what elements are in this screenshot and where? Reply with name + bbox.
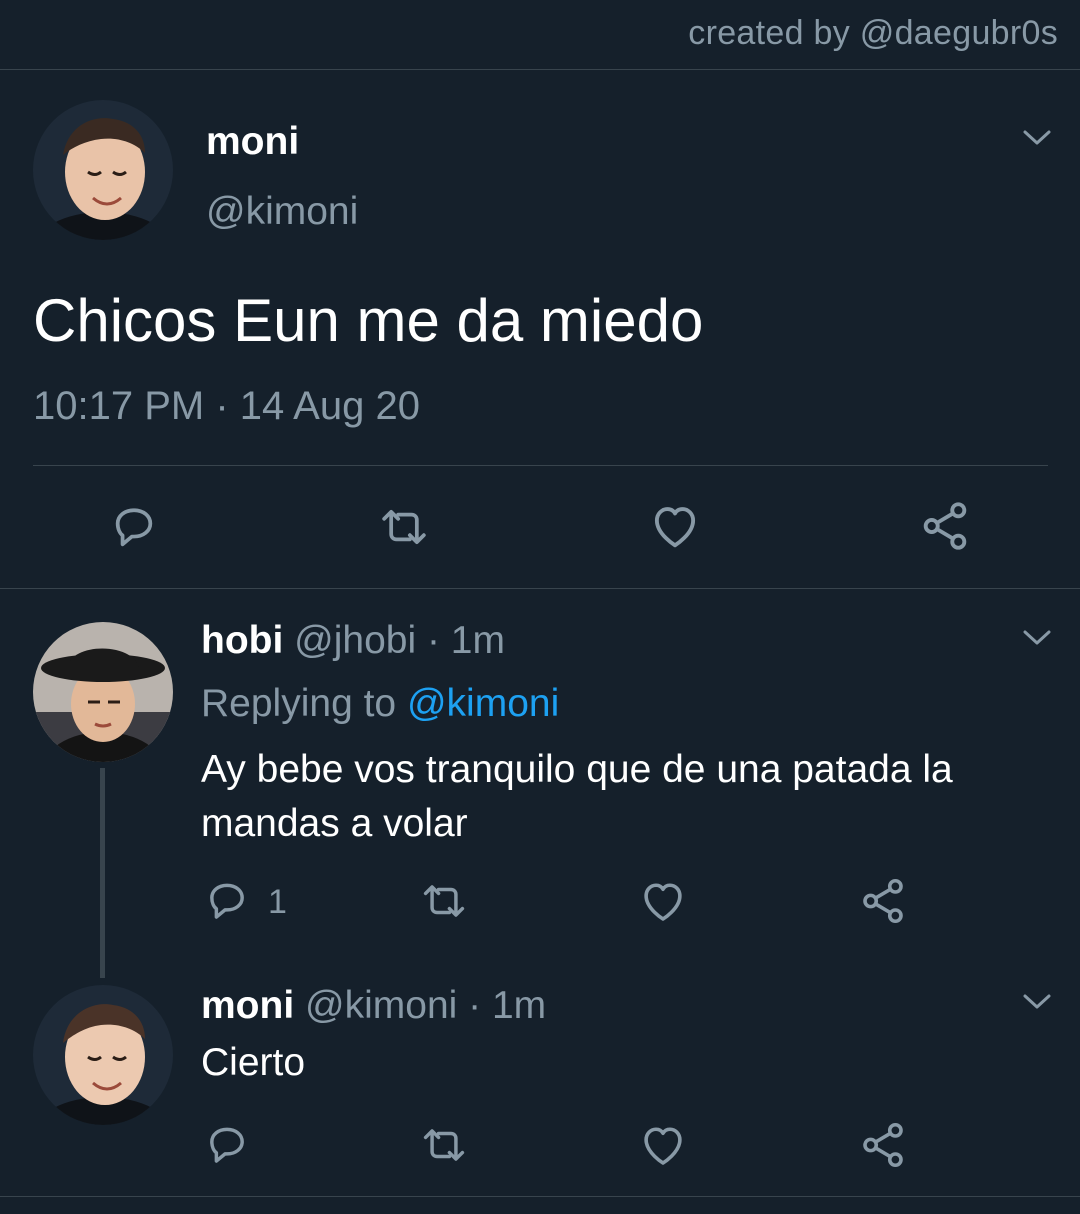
reply-icon[interactable] <box>201 1119 253 1171</box>
reply-header: moni @kimoni · 1m <box>201 984 546 1028</box>
divider <box>0 588 1080 589</box>
user-handle[interactable]: @jhobi · 1m <box>294 619 505 662</box>
heart-icon[interactable] <box>646 497 704 555</box>
reply-count: 1 <box>268 883 287 921</box>
display-name[interactable]: moni <box>201 984 294 1027</box>
retweet-icon[interactable] <box>417 875 471 927</box>
chevron-down-icon[interactable] <box>1022 128 1052 148</box>
retweet-icon[interactable] <box>375 499 433 555</box>
divider <box>0 1196 1080 1197</box>
heart-icon[interactable] <box>636 1118 690 1172</box>
reply-text: Cierto <box>201 1041 306 1084</box>
replying-to: Replying to @kimoni <box>201 682 559 726</box>
tweet-timestamp[interactable]: 10:17 PM · 14 Aug 20 <box>33 384 420 429</box>
display-name[interactable]: hobi <box>201 619 283 662</box>
divider <box>33 465 1048 466</box>
share-icon[interactable] <box>856 1118 910 1172</box>
reply-icon[interactable] <box>106 499 162 555</box>
divider <box>0 69 1080 70</box>
avatar[interactable] <box>33 622 173 762</box>
credit-text: created by @daegubr0s <box>688 14 1058 52</box>
display-name[interactable]: moni <box>206 120 299 164</box>
user-handle[interactable]: @kimoni <box>206 190 358 234</box>
avatar[interactable] <box>33 100 173 240</box>
user-handle[interactable]: @kimoni · 1m <box>305 984 546 1027</box>
reply-text-line: Ay bebe vos tranquilo que de una patada … <box>201 748 953 791</box>
replying-to-label: Replying to <box>201 682 407 725</box>
retweet-icon[interactable] <box>417 1119 471 1171</box>
reply-header: hobi @jhobi · 1m <box>201 619 505 663</box>
thread-line <box>100 768 105 978</box>
share-icon[interactable] <box>856 874 910 928</box>
heart-icon[interactable] <box>636 874 690 928</box>
chevron-down-icon[interactable] <box>1022 628 1052 648</box>
reply-text: Ay bebe vos tranquilo que de una patada … <box>201 743 953 851</box>
reply-icon[interactable] <box>201 875 253 927</box>
tweet-text: Chicos Eun me da miedo <box>33 287 704 354</box>
share-icon[interactable] <box>916 497 974 555</box>
avatar[interactable] <box>33 985 173 1125</box>
mention-link[interactable]: @kimoni <box>407 682 559 725</box>
chevron-down-icon[interactable] <box>1022 992 1052 1012</box>
reply-text-line: mandas a volar <box>201 802 468 845</box>
